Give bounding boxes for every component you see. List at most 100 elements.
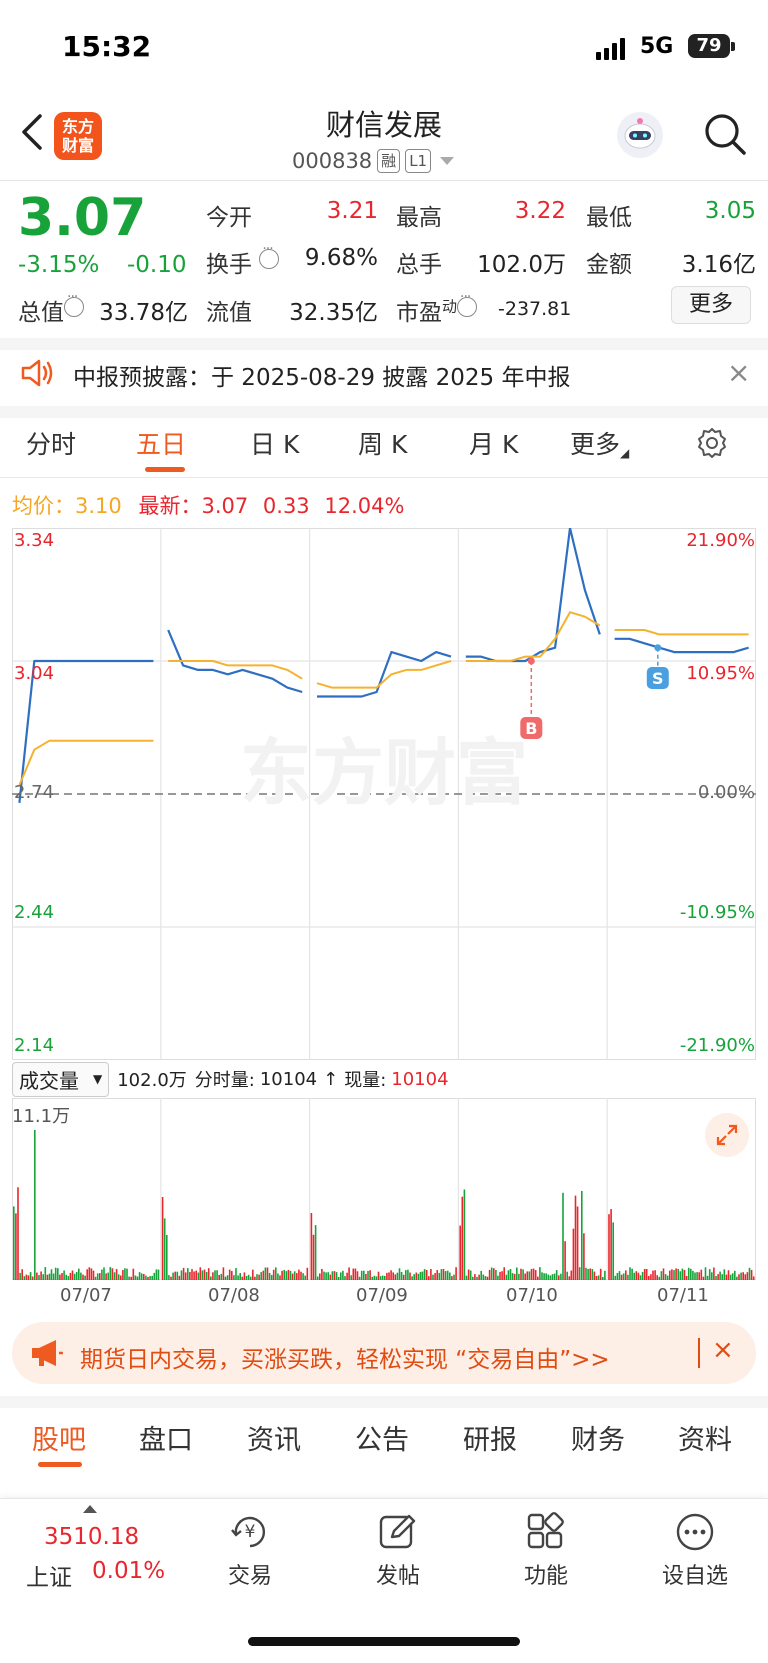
volume-bar bbox=[407, 1269, 409, 1280]
x-tick: 07/07 bbox=[60, 1285, 112, 1306]
volume-bar bbox=[558, 1275, 560, 1280]
indicator-select[interactable]: 成交量 ▼ bbox=[12, 1061, 110, 1097]
mktcap-value: 33.78亿 bbox=[99, 300, 188, 326]
volume-bar bbox=[241, 1276, 244, 1280]
volume-bar bbox=[275, 1267, 277, 1280]
volume-bar bbox=[333, 1271, 336, 1280]
expand-icon[interactable] bbox=[705, 1113, 749, 1157]
apps-label[interactable]: 功能 bbox=[496, 1558, 596, 1590]
tab-five-day[interactable]: 五日 bbox=[136, 425, 186, 461]
volume-bar bbox=[306, 1267, 309, 1280]
notice-text[interactable]: 中报预披露：于 2025-08-29 披露 2025 年中报 bbox=[73, 358, 570, 392]
volume-bar bbox=[438, 1272, 441, 1280]
volume-bar bbox=[509, 1269, 512, 1280]
mktcap-label: 总值 bbox=[18, 289, 84, 327]
nav-divider bbox=[0, 180, 768, 181]
volume-bar bbox=[641, 1271, 644, 1280]
promo-divider bbox=[698, 1338, 700, 1368]
current-volume-label: 现量: bbox=[344, 1070, 387, 1091]
tab-intraday[interactable]: 分时 bbox=[26, 425, 76, 461]
volume-bar bbox=[316, 1276, 319, 1280]
search-icon[interactable] bbox=[703, 112, 747, 156]
promo-text[interactable]: 期货日内交易，买涨买跌，轻松实现 “交易自由”>> bbox=[80, 1340, 610, 1374]
volume-bar bbox=[128, 1276, 130, 1280]
volume-bar bbox=[673, 1270, 675, 1280]
stock-code-row[interactable]: 000838 融 L1 bbox=[292, 146, 455, 176]
index-change[interactable]: 0.01% bbox=[92, 1558, 165, 1584]
volume-bar bbox=[597, 1275, 600, 1280]
volume-bar bbox=[29, 1272, 32, 1280]
volume-bar bbox=[530, 1268, 533, 1280]
info-dots-icon[interactable] bbox=[457, 289, 478, 317]
volume-bar bbox=[107, 1272, 109, 1280]
tab-forum[interactable]: 股吧 bbox=[32, 1418, 86, 1457]
post-label[interactable]: 发帖 bbox=[348, 1558, 448, 1590]
volume-bar bbox=[235, 1268, 237, 1280]
caret-up-icon[interactable] bbox=[83, 1505, 97, 1513]
assistant-robot-icon[interactable] bbox=[617, 112, 663, 158]
tab-news[interactable]: 资讯 bbox=[247, 1418, 301, 1457]
volume-bar bbox=[593, 1271, 596, 1280]
volume-bar bbox=[645, 1269, 648, 1280]
info-dots-icon[interactable] bbox=[259, 241, 280, 269]
volume-bar bbox=[570, 1270, 573, 1280]
volume-bar bbox=[168, 1275, 170, 1280]
section-divider bbox=[0, 406, 768, 418]
tab-financials[interactable]: 财务 bbox=[571, 1418, 625, 1457]
more-icon[interactable] bbox=[673, 1510, 717, 1554]
trade-icon[interactable]: ¥ bbox=[228, 1510, 272, 1554]
svg-text:¥: ¥ bbox=[245, 1522, 256, 1542]
volume-bar bbox=[149, 1276, 151, 1280]
volume-chart[interactable] bbox=[12, 1098, 756, 1280]
gear-icon[interactable] bbox=[695, 426, 729, 460]
tab-announcements[interactable]: 公告 bbox=[355, 1418, 409, 1457]
volume-bar bbox=[706, 1275, 709, 1280]
volume-bar bbox=[637, 1272, 640, 1280]
trade-label[interactable]: 交易 bbox=[200, 1558, 300, 1590]
active-tab-indicator bbox=[145, 467, 185, 472]
volume-bar bbox=[696, 1272, 698, 1280]
more-quote-button[interactable]: 更多 bbox=[671, 286, 751, 324]
volume-bar bbox=[675, 1268, 677, 1280]
battery-tip bbox=[731, 42, 735, 51]
volume-bar bbox=[465, 1275, 468, 1280]
index-name[interactable]: 上证 bbox=[26, 1558, 72, 1592]
caret-icon: ◢ bbox=[620, 446, 630, 460]
apps-icon[interactable] bbox=[524, 1510, 568, 1554]
volume-bar bbox=[578, 1267, 581, 1280]
volume-bar bbox=[654, 1270, 656, 1280]
close-icon[interactable]: × bbox=[727, 356, 750, 389]
tab-research[interactable]: 研报 bbox=[463, 1418, 517, 1457]
volume-bar bbox=[178, 1275, 181, 1280]
volume-bar bbox=[497, 1275, 499, 1280]
volume-bar bbox=[731, 1273, 734, 1280]
tab-daily-k[interactable]: 日 K bbox=[250, 425, 299, 461]
latest-abs: 0.33 bbox=[262, 494, 310, 518]
tab-weekly-k[interactable]: 周 K bbox=[358, 425, 407, 461]
volume-bar bbox=[599, 1268, 602, 1280]
close-icon[interactable]: × bbox=[712, 1335, 734, 1365]
volume-bar bbox=[92, 1270, 95, 1280]
five-day-price-chart[interactable]: 东方财富 B S bbox=[12, 528, 756, 1060]
volume-bar bbox=[40, 1271, 42, 1280]
volume-bar bbox=[258, 1274, 260, 1280]
volume-bar bbox=[201, 1270, 204, 1280]
tab-more[interactable]: 更多◢ bbox=[570, 425, 629, 461]
post-icon[interactable] bbox=[376, 1510, 420, 1554]
volume-bar bbox=[585, 1267, 587, 1280]
volume-bar bbox=[319, 1273, 321, 1280]
volume-bar bbox=[143, 1274, 145, 1280]
volume-bar bbox=[493, 1268, 495, 1280]
volume-bar bbox=[75, 1272, 78, 1280]
volume-bar bbox=[94, 1276, 97, 1280]
tab-profile[interactable]: 资料 bbox=[678, 1418, 732, 1457]
info-dots-icon[interactable] bbox=[64, 289, 84, 317]
tab-monthly-k[interactable]: 月 K bbox=[469, 425, 518, 461]
volume-bar bbox=[80, 1272, 82, 1280]
watchlist-label[interactable]: 设自选 bbox=[645, 1558, 745, 1590]
index-value[interactable]: 3510.18 bbox=[44, 1524, 139, 1550]
tab-order-book[interactable]: 盘口 bbox=[139, 1418, 193, 1457]
volume-bar bbox=[740, 1272, 742, 1280]
volume-bar bbox=[386, 1272, 388, 1280]
volume-bar bbox=[111, 1268, 114, 1280]
